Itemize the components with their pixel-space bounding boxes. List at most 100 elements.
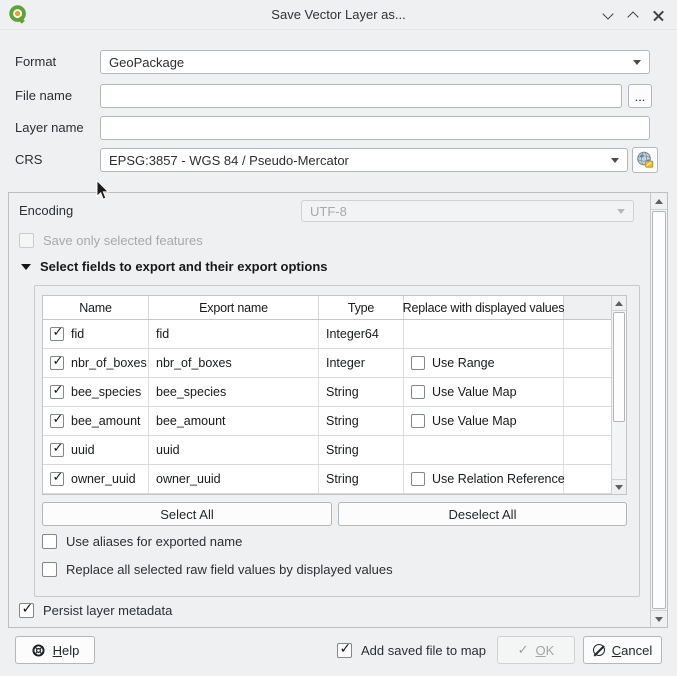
field-export-name[interactable]: owner_uuid — [149, 465, 319, 493]
field-export-name[interactable]: nbr_of_boxes — [149, 349, 319, 377]
table-scrollbar-thumb[interactable] — [613, 312, 625, 422]
field-type: String — [319, 407, 404, 435]
field-export-name[interactable]: bee_species — [149, 378, 319, 406]
browse-button-label: ... — [635, 89, 646, 104]
deselect-all-button[interactable]: Deselect All — [338, 502, 627, 526]
persist-metadata-label: Persist layer metadata — [43, 603, 172, 618]
minimize-icon[interactable] — [602, 9, 615, 22]
field-option-cell: Use Value Map — [404, 407, 564, 435]
col-header-type[interactable]: Type — [319, 296, 404, 319]
cancel-label: Cancel — [612, 643, 652, 658]
options-scroll-area: Encoding UTF-8 Save only selected featur… — [8, 192, 668, 628]
table-header-row: Name Export name Type Replace with displ… — [43, 296, 611, 320]
window-title: Save Vector Layer as... — [0, 7, 677, 22]
col-header-name[interactable]: Name — [43, 296, 149, 319]
field-checkbox[interactable] — [50, 356, 64, 370]
add-saved-file-label: Add saved file to map — [361, 643, 486, 658]
field-option-cell — [404, 320, 564, 348]
persist-metadata-row: Persist layer metadata — [19, 603, 172, 618]
file-name-label: File name — [15, 84, 72, 108]
help-lifebuoy-icon — [31, 643, 46, 658]
options-scrollbar-thumb[interactable] — [652, 211, 666, 609]
crs-picker-button[interactable] — [632, 147, 658, 173]
filler-cell — [564, 378, 611, 406]
use-relation-reference-checkbox[interactable] — [411, 472, 425, 486]
field-name: fid — [71, 327, 84, 341]
field-export-name[interactable]: fid — [149, 320, 319, 348]
options-scrollbar[interactable] — [650, 193, 667, 627]
use-aliases-checkbox[interactable] — [42, 534, 57, 549]
col-header-replace[interactable]: Replace with displayed values — [404, 296, 564, 319]
format-label: Format — [15, 50, 56, 74]
save-only-selected-row: Save only selected features — [19, 233, 203, 248]
help-button[interactable]: Help — [15, 636, 95, 664]
col-header-filler — [564, 296, 611, 319]
field-checkbox[interactable] — [50, 327, 64, 341]
table-row[interactable]: bee_species bee_species String Use Value… — [43, 378, 611, 407]
browse-button[interactable]: ... — [628, 84, 652, 108]
chevron-down-icon — [617, 209, 625, 214]
filler-cell — [564, 465, 611, 493]
add-saved-file-checkbox[interactable] — [337, 643, 352, 658]
field-checkbox[interactable] — [50, 472, 64, 486]
maximize-icon[interactable] — [627, 9, 640, 22]
fields-section-header[interactable]: Select fields to export and their export… — [21, 259, 328, 274]
encoding-label: Encoding — [19, 199, 73, 223]
field-checkbox[interactable] — [50, 385, 64, 399]
close-icon[interactable] — [652, 9, 665, 22]
field-checkbox[interactable] — [50, 443, 64, 457]
table-scrollbar[interactable] — [611, 296, 626, 494]
field-option-cell: Use Relation Reference — [404, 465, 564, 493]
table-row[interactable]: uuid uuid String — [43, 436, 611, 465]
globe-edit-icon — [635, 150, 655, 170]
field-option-cell: Use Value Map — [404, 378, 564, 406]
ok-button[interactable]: ✓ OK — [497, 636, 575, 664]
scroll-up-icon[interactable] — [612, 296, 626, 311]
table-row[interactable]: nbr_of_boxes nbr_of_boxes Integer Use Ra… — [43, 349, 611, 378]
use-aliases-row: Use aliases for exported name — [42, 534, 242, 549]
field-type: Integer64 — [319, 320, 404, 348]
replace-raw-checkbox[interactable] — [42, 562, 57, 577]
col-header-export-name[interactable]: Export name — [149, 296, 319, 319]
file-name-input[interactable] — [100, 84, 622, 108]
fields-group: Name Export name Type Replace with displ… — [34, 285, 640, 597]
chevron-down-icon — [611, 158, 619, 163]
scroll-up-icon[interactable] — [651, 193, 667, 210]
cancel-button[interactable]: Cancel — [583, 636, 662, 664]
persist-metadata-checkbox[interactable] — [19, 603, 34, 618]
select-all-label: Select All — [160, 507, 213, 522]
use-value-map-checkbox[interactable] — [411, 385, 425, 399]
field-export-name[interactable]: uuid — [149, 436, 319, 464]
use-value-map-checkbox[interactable] — [411, 414, 425, 428]
field-export-name[interactable]: bee_amount — [149, 407, 319, 435]
table-row[interactable]: bee_amount bee_amount String Use Value M… — [43, 407, 611, 436]
replace-raw-label: Replace all selected raw field values by… — [66, 562, 393, 577]
fields-section-title: Select fields to export and their export… — [40, 259, 328, 274]
field-type: Integer — [319, 349, 404, 377]
field-name: bee_amount — [71, 414, 141, 428]
select-all-button[interactable]: Select All — [42, 502, 332, 526]
crs-select[interactable]: EPSG:3857 - WGS 84 / Pseudo-Mercator — [100, 148, 628, 172]
fields-table: Name Export name Type Replace with displ… — [42, 295, 627, 495]
use-aliases-label: Use aliases for exported name — [66, 534, 242, 549]
filler-cell — [564, 407, 611, 435]
field-checkbox[interactable] — [50, 414, 64, 428]
collapse-arrow-icon — [21, 264, 31, 270]
ok-label: OK — [536, 643, 555, 658]
chevron-down-icon — [633, 60, 641, 65]
crs-value: EPSG:3857 - WGS 84 / Pseudo-Mercator — [109, 153, 349, 168]
field-option-label: Use Range — [432, 356, 495, 370]
scroll-down-icon[interactable] — [651, 610, 667, 627]
use-range-checkbox[interactable] — [411, 356, 425, 370]
field-name: uuid — [71, 443, 95, 457]
table-row[interactable]: fid fid Integer64 — [43, 320, 611, 349]
table-row[interactable]: owner_uuid owner_uuid String Use Relatio… — [43, 465, 611, 494]
layer-name-input[interactable] — [100, 116, 650, 140]
field-name: nbr_of_boxes — [71, 356, 147, 370]
save-only-selected-label: Save only selected features — [43, 233, 203, 248]
check-icon: ✓ — [518, 643, 529, 658]
deselect-all-label: Deselect All — [449, 507, 517, 522]
titlebar: Save Vector Layer as... — [0, 0, 677, 30]
scroll-down-icon[interactable] — [612, 479, 626, 494]
format-select[interactable]: GeoPackage — [100, 50, 650, 74]
